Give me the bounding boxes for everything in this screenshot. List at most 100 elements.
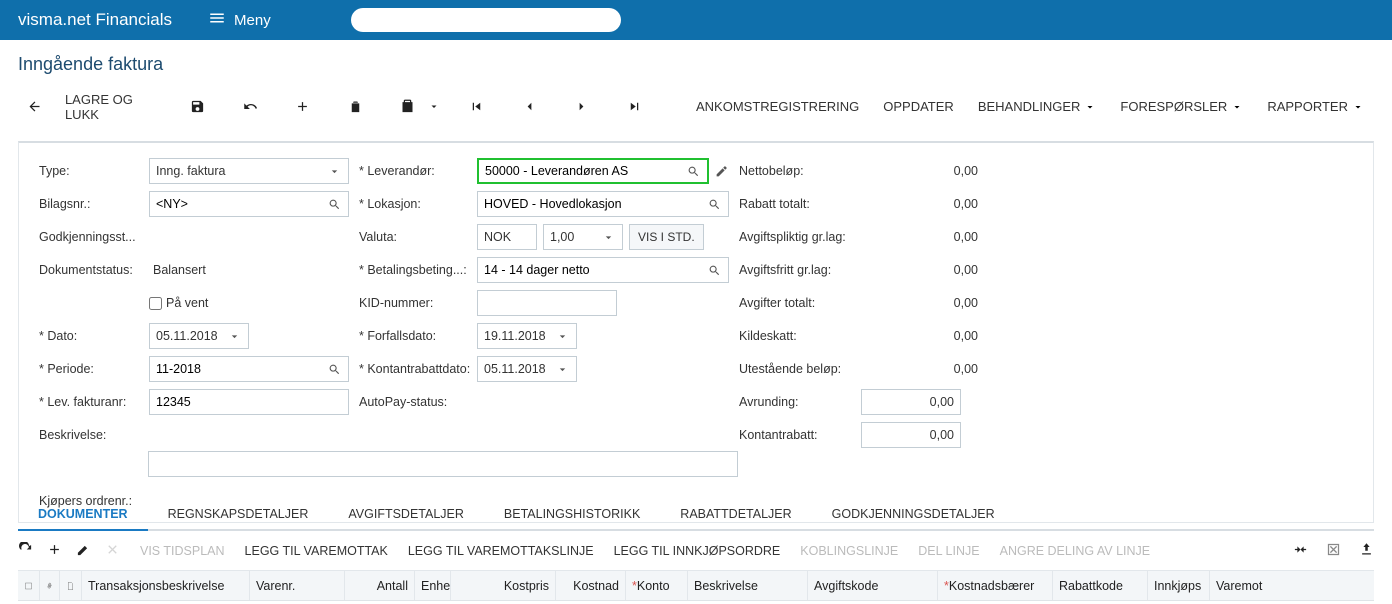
brand[interactable]: visma.net Financials bbox=[18, 10, 178, 30]
search-icon bbox=[326, 361, 342, 377]
levfakt-input[interactable] bbox=[149, 389, 349, 415]
search-icon bbox=[326, 196, 342, 212]
add-icon[interactable] bbox=[286, 92, 319, 122]
last-icon[interactable] bbox=[618, 92, 651, 122]
angre-deling-button: ANGRE DELING AV LINJE bbox=[1000, 544, 1151, 558]
reports-button[interactable]: RAPPORTER bbox=[1257, 92, 1374, 122]
valuta-label: Valuta: bbox=[359, 230, 477, 244]
forfall-input[interactable]: 19.11.2018 bbox=[477, 323, 577, 349]
avgtot-val: 0,00 bbox=[861, 296, 984, 310]
konrab-label: Kontantrabatt: bbox=[739, 428, 861, 442]
chevron-down-icon bbox=[554, 361, 570, 377]
export-icon[interactable] bbox=[1326, 542, 1341, 560]
add-row-icon[interactable] bbox=[47, 542, 62, 560]
lok-label: Lokasjon: bbox=[359, 197, 477, 211]
hold-checkbox[interactable] bbox=[149, 297, 162, 310]
search-icon bbox=[706, 196, 722, 212]
avgtot-label: Avgifter totalt: bbox=[739, 296, 861, 310]
hamburger-icon bbox=[208, 9, 226, 31]
next-icon[interactable] bbox=[565, 92, 598, 122]
refresh-icon[interactable] bbox=[18, 542, 33, 560]
menu-button[interactable]: Meny bbox=[208, 9, 271, 31]
col-antall[interactable]: Antall bbox=[345, 571, 415, 600]
col-sel-icon[interactable] bbox=[18, 571, 40, 600]
col-avgiftskode[interactable]: Avgiftskode bbox=[808, 571, 938, 600]
godkj-label: Godkjenningsst... bbox=[39, 230, 149, 244]
avgpl-label: Avgiftspliktig gr.lag: bbox=[739, 230, 861, 244]
delete-row-icon[interactable] bbox=[105, 542, 120, 560]
type-select[interactable]: Inng. faktura bbox=[149, 158, 349, 184]
kid-label: KID-nummer: bbox=[359, 296, 477, 310]
koblingslinje-button: KOBLINGSLINJE bbox=[800, 544, 898, 558]
avgpl-val: 0,00 bbox=[861, 230, 984, 244]
tab-betaling[interactable]: BETALINGSHISTORIKK bbox=[484, 499, 660, 529]
update-button[interactable]: OPPDATER bbox=[873, 92, 964, 122]
first-icon[interactable] bbox=[460, 92, 493, 122]
currency-rate[interactable]: 1,00 bbox=[543, 224, 623, 250]
col-kostpris[interactable]: Kostpris bbox=[451, 571, 556, 600]
beskrivelse-input[interactable] bbox=[148, 451, 738, 477]
dato-input[interactable]: 05.11.2018 bbox=[149, 323, 249, 349]
clipboard-dropdown-icon[interactable] bbox=[428, 92, 440, 122]
tab-rabatt[interactable]: RABATTDETALJER bbox=[660, 499, 811, 529]
col-kostnadsbaerer[interactable]: *Kostnadsbærer bbox=[938, 571, 1053, 600]
col-besk[interactable]: Beskrivelse bbox=[688, 571, 808, 600]
legg-varemottakslinje-button[interactable]: LEGG TIL VAREMOTTAKSLINJE bbox=[408, 544, 594, 558]
currency-code[interactable]: NOK bbox=[477, 224, 537, 250]
col-innkjops[interactable]: Innkjøps bbox=[1148, 571, 1210, 600]
bilag-label: Bilagsnr.: bbox=[39, 197, 149, 211]
search-icon bbox=[685, 163, 701, 179]
utest-label: Utestående beløp: bbox=[739, 362, 861, 376]
vis-tidsplan-button: VIS TIDSPLAN bbox=[140, 544, 225, 558]
besk-label: Beskrivelse: bbox=[39, 428, 149, 442]
col-konto[interactable]: *Konto bbox=[626, 571, 688, 600]
dato-label: Dato: bbox=[39, 329, 149, 343]
view-std-button[interactable]: VIS I STD. bbox=[629, 224, 704, 250]
save-close-button[interactable]: LAGRE OG LUKK bbox=[55, 92, 177, 122]
avr-val[interactable]: 0,00 bbox=[861, 389, 961, 415]
bilag-input[interactable] bbox=[149, 191, 349, 217]
bet-label: Betalingsbeting...: bbox=[359, 263, 477, 277]
delete-icon[interactable] bbox=[339, 92, 372, 122]
kilde-val: 0,00 bbox=[861, 329, 984, 343]
legg-varemottak-button[interactable]: LEGG TIL VAREMOTTAK bbox=[245, 544, 388, 558]
global-search-input[interactable] bbox=[361, 13, 595, 28]
periode-label: Periode: bbox=[39, 362, 149, 376]
chevron-down-icon bbox=[554, 328, 570, 344]
actions-button[interactable]: BEHANDLINGER bbox=[968, 92, 1107, 122]
col-varemot[interactable]: Varemot bbox=[1210, 571, 1272, 600]
upload-icon[interactable] bbox=[1359, 542, 1374, 560]
col-rabattkode[interactable]: Rabattkode bbox=[1053, 571, 1148, 600]
fit-columns-icon[interactable] bbox=[1293, 542, 1308, 560]
vendor-input[interactable] bbox=[477, 158, 709, 184]
col-enhet[interactable]: Enhe bbox=[415, 571, 451, 600]
save-icon[interactable] bbox=[181, 92, 214, 122]
pencil-icon[interactable] bbox=[713, 163, 729, 179]
location-input[interactable] bbox=[477, 191, 729, 217]
tab-regnskap[interactable]: REGNSKAPSDETALJER bbox=[148, 499, 329, 529]
back-icon[interactable] bbox=[18, 92, 51, 122]
konrab-val[interactable]: 0,00 bbox=[861, 422, 961, 448]
kilde-label: Kildeskatt: bbox=[739, 329, 861, 343]
prev-icon[interactable] bbox=[513, 92, 546, 122]
kid-input[interactable] bbox=[477, 290, 617, 316]
undo-icon[interactable] bbox=[234, 92, 267, 122]
reception-button[interactable]: ANKOMSTREGISTRERING bbox=[686, 92, 869, 122]
col-doc-icon[interactable] bbox=[60, 571, 82, 600]
payment-terms-input[interactable] bbox=[477, 257, 729, 283]
col-attach-icon[interactable] bbox=[40, 571, 60, 600]
tab-godkjenning[interactable]: GODKJENNINGSDETALJER bbox=[812, 499, 1015, 529]
inquiries-button[interactable]: FORESPØRSLER bbox=[1110, 92, 1253, 122]
avr-label: Avrunding: bbox=[739, 395, 861, 409]
col-varenr[interactable]: Varenr. bbox=[250, 571, 345, 600]
tab-avgift[interactable]: AVGIFTSDETALJER bbox=[328, 499, 484, 529]
legg-innkjop-button[interactable]: LEGG TIL INNKJØPSORDRE bbox=[614, 544, 781, 558]
periode-input[interactable] bbox=[149, 356, 349, 382]
col-kostnad[interactable]: Kostnad bbox=[556, 571, 626, 600]
tab-dokumenter[interactable]: DOKUMENTER bbox=[18, 499, 148, 531]
edit-row-icon[interactable] bbox=[76, 542, 91, 560]
kontr-input[interactable]: 05.11.2018 bbox=[477, 356, 577, 382]
clipboard-icon[interactable] bbox=[391, 92, 424, 122]
col-trans[interactable]: Transaksjonsbeskrivelse bbox=[82, 571, 250, 600]
global-search[interactable] bbox=[351, 8, 621, 32]
